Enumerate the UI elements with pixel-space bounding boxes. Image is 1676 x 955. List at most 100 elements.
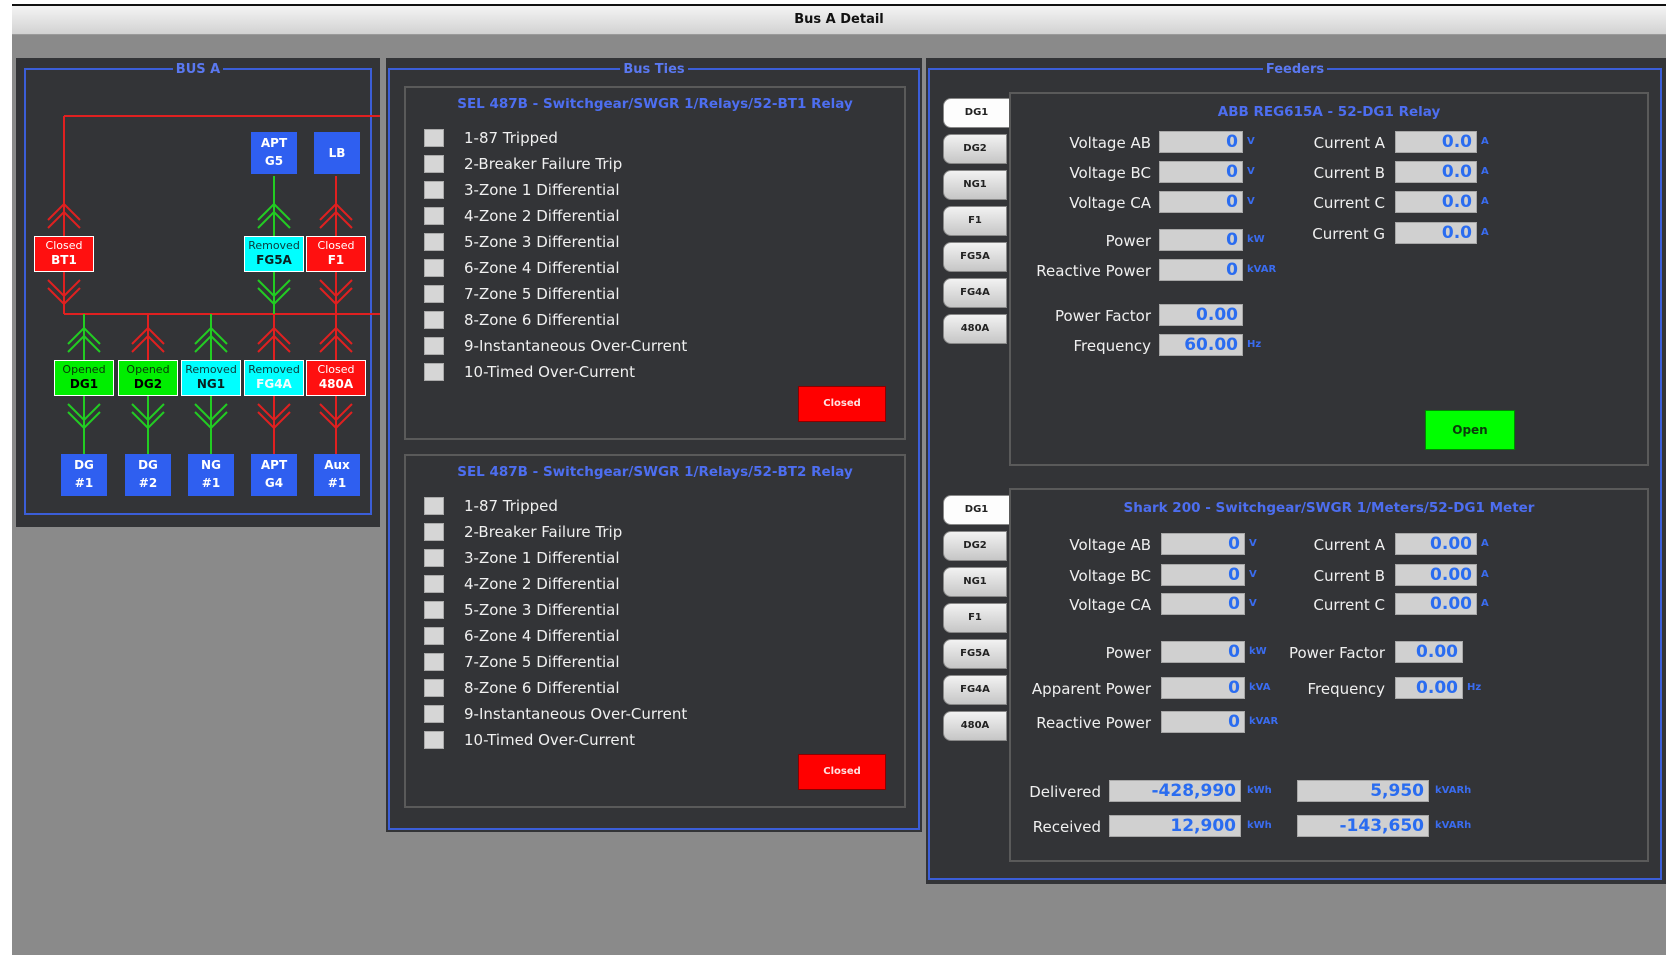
relay-current-c-value: 0.0 [1395, 191, 1477, 213]
status-indicator [424, 207, 444, 225]
meter-power-value: 0 [1161, 641, 1245, 663]
meter-apparent-power-value: 0 [1161, 677, 1245, 699]
source-ng-1[interactable]: NG #1 [188, 454, 234, 496]
breaker-dg1[interactable]: Opened DG1 [54, 360, 114, 396]
bt2-status-1: 1-87 Tripped [424, 496, 558, 516]
meter-delivered-kwh-unit: kWh [1247, 785, 1272, 796]
meter-tab-fg5a[interactable]: FG5A [943, 639, 1007, 669]
source-apt-g5[interactable]: APT G5 [251, 132, 297, 174]
status-indicator [424, 259, 444, 277]
meter-voltage-bc-label: Voltage BC [1069, 567, 1151, 585]
bt1-status-1: 1-87 Tripped [424, 128, 558, 148]
relay-current-g-label: Current G [1312, 225, 1385, 243]
breaker-fg5a[interactable]: Removed FG5A [244, 236, 304, 272]
meter-reactive-power-label: Reactive Power [1036, 714, 1151, 732]
source-lb[interactable]: LB [314, 132, 360, 174]
relay-reactive-power-label: Reactive Power [1036, 262, 1151, 280]
bt2-status-4: 4-Zone 2 Differential [424, 574, 620, 594]
meter-tab-dg2[interactable]: DG2 [943, 531, 1007, 561]
meter-frequency-label: Frequency [1307, 680, 1386, 698]
meter-frequency-unit: Hz [1467, 682, 1482, 693]
meter-tab-dg1[interactable]: DG1 [943, 495, 1010, 525]
bt2-relay-title: SEL 487B - Switchgear/SWGR 1/Relays/52-B… [457, 464, 853, 480]
relay-voltage-ca-value: 0 [1159, 191, 1243, 213]
meter-received-kvarh-value: -143,650 [1297, 815, 1429, 837]
relay-tab-dg1[interactable]: DG1 [943, 98, 1010, 128]
meter-voltage-ab-value: 0 [1161, 533, 1245, 555]
meter-tab-fg4a[interactable]: FG4A [943, 675, 1007, 705]
bt1-breaker-button[interactable]: Closed [798, 386, 886, 422]
source-dg-1[interactable]: DG #1 [61, 454, 107, 496]
bt2-status-9: 9-Instantaneous Over-Current [424, 704, 687, 724]
meter-current-c-unit: A [1481, 598, 1489, 609]
meter-delivered-label: Delivered [1029, 783, 1101, 801]
breaker-bt1[interactable]: Closed BT1 [34, 236, 94, 272]
relay-power-factor-value: 0.00 [1159, 304, 1243, 326]
breaker-480a[interactable]: Closed 480A [306, 360, 366, 396]
source-dg-2[interactable]: DG #2 [125, 454, 171, 496]
meter-current-b-label: Current B [1313, 567, 1385, 585]
meter-title: Shark 200 - Switchgear/SWGR 1/Meters/52-… [1123, 500, 1535, 516]
bt1-relay-panel: SEL 487B - Switchgear/SWGR 1/Relays/52-B… [404, 86, 906, 440]
relay-frequency-label: Frequency [1073, 337, 1152, 355]
relay-voltage-ca-label: Voltage CA [1069, 194, 1151, 212]
relay-tab-ng1[interactable]: NG1 [943, 170, 1007, 200]
breaker-ng1[interactable]: Removed NG1 [181, 360, 241, 396]
status-indicator [424, 731, 444, 749]
breaker-dg2[interactable]: Opened DG2 [118, 360, 178, 396]
bt1-status-3: 3-Zone 1 Differential [424, 180, 620, 200]
meter-reactive-power-unit: kVAR [1249, 716, 1279, 727]
bt1-status-4: 4-Zone 2 Differential [424, 206, 620, 226]
relay-voltage-ab-label: Voltage AB [1069, 134, 1151, 152]
relay-frequency-value: 60.00 [1159, 334, 1243, 356]
status-indicator [424, 705, 444, 723]
meter-voltage-ab-label: Voltage AB [1069, 536, 1151, 554]
meter-frequency-value: 0.00 [1395, 677, 1463, 699]
relay-open-button[interactable]: Open [1425, 410, 1515, 450]
relay-voltage-bc-unit: V [1247, 166, 1255, 177]
status-indicator [424, 679, 444, 697]
meter-voltage-ca-label: Voltage CA [1069, 596, 1151, 614]
bt2-breaker-button[interactable]: Closed [798, 754, 886, 790]
bt2-relay-panel: SEL 487B - Switchgear/SWGR 1/Relays/52-B… [404, 454, 906, 808]
meter-received-kwh-unit: kWh [1247, 820, 1272, 831]
status-indicator [424, 129, 444, 147]
source-aux-1[interactable]: Aux #1 [314, 454, 360, 496]
bt1-status-7: 7-Zone 5 Differential [424, 284, 620, 304]
status-indicator [424, 601, 444, 619]
relay-panel: ABB REG615A - 52-DG1 Relay Voltage AB 0 … [1009, 92, 1649, 466]
meter-tab-ng1[interactable]: NG1 [943, 567, 1007, 597]
bt2-status-7: 7-Zone 5 Differential [424, 652, 620, 672]
bus-a-panel: BUS A APT G5 LB Closed BT1 Removed FG5A … [16, 58, 380, 527]
relay-voltage-ca-unit: V [1247, 196, 1255, 207]
relay-voltage-ab-unit: V [1247, 136, 1255, 147]
relay-tab-fg5a[interactable]: FG5A [943, 242, 1007, 272]
breaker-fg4a[interactable]: Removed FG4A [244, 360, 304, 396]
meter-tab-f1[interactable]: F1 [943, 603, 1007, 633]
meter-current-c-label: Current C [1313, 596, 1385, 614]
bt2-status-10: 10-Timed Over-Current [424, 730, 635, 750]
source-apt-g4[interactable]: APT G4 [251, 454, 297, 496]
meter-voltage-ca-unit: V [1249, 598, 1257, 609]
relay-voltage-bc-label: Voltage BC [1069, 164, 1151, 182]
meter-current-a-value: 0.00 [1395, 533, 1477, 555]
meter-reactive-power-value: 0 [1161, 711, 1245, 733]
relay-current-a-value: 0.0 [1395, 131, 1477, 153]
relay-current-b-label: Current B [1313, 164, 1385, 182]
relay-tab-fg4a[interactable]: FG4A [943, 278, 1007, 308]
bt1-relay-title: SEL 487B - Switchgear/SWGR 1/Relays/52-B… [457, 96, 853, 112]
breaker-f1[interactable]: Closed F1 [306, 236, 366, 272]
relay-voltage-ab-value: 0 [1159, 131, 1243, 153]
relay-tab-480a[interactable]: 480A [943, 314, 1007, 344]
relay-power-value: 0 [1159, 229, 1243, 251]
meter-power-label: Power [1105, 644, 1151, 662]
relay-tab-f1[interactable]: F1 [943, 206, 1007, 236]
meter-voltage-bc-value: 0 [1161, 564, 1245, 586]
meter-current-a-unit: A [1481, 538, 1489, 549]
bt1-status-2: 2-Breaker Failure Trip [424, 154, 622, 174]
meter-tab-480a[interactable]: 480A [943, 711, 1007, 741]
relay-tab-dg2[interactable]: DG2 [943, 134, 1007, 164]
meter-current-b-unit: A [1481, 569, 1489, 580]
meter-power-unit: kW [1249, 646, 1267, 657]
bt2-status-6: 6-Zone 4 Differential [424, 626, 620, 646]
